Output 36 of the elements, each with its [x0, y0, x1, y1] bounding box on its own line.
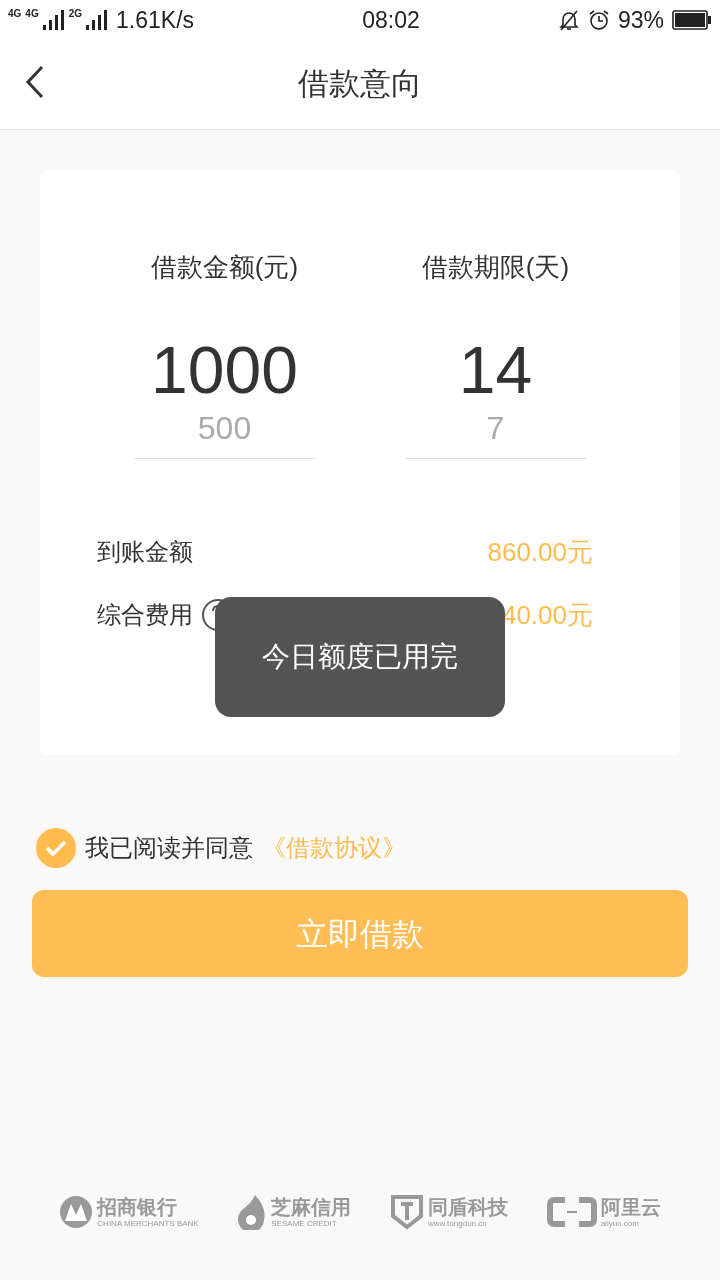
alarm-icon: [587, 9, 610, 31]
network-type-label: 2G: [68, 8, 83, 19]
partner-subtitle: aliyun.com: [600, 1219, 639, 1228]
signal-icon: [42, 10, 65, 30]
partner-subtitle: SESAME CREDIT: [271, 1219, 337, 1228]
bank-logo-icon: [59, 1195, 94, 1229]
muted-bell-icon: [557, 9, 580, 31]
page-title: 借款意向: [298, 65, 422, 104]
shield-logo-icon: [390, 1194, 424, 1230]
drop-logo-icon: [237, 1194, 268, 1230]
partner-name: 同盾科技: [428, 1196, 508, 1217]
signal-icon: [86, 10, 109, 30]
picker-label: 借款金额(元): [150, 251, 299, 284]
summary-value: 860.00元: [487, 535, 593, 569]
partner-name: 芝麻信用: [271, 1196, 352, 1217]
picker-option[interactable]: 14: [458, 332, 533, 408]
network-type-label: 4G: [25, 8, 39, 19]
summary-label: 综合费用: [97, 600, 193, 630]
partner-name: 招商银行: [97, 1196, 178, 1217]
summary-label: 到账金额: [97, 537, 193, 567]
agree-checkbox[interactable]: [36, 828, 76, 868]
agreement-text: 我已阅读并同意: [85, 833, 253, 863]
partner-name: 阿里云: [600, 1196, 661, 1217]
network-type-label: 4G: [8, 8, 22, 19]
clock-time: 08:02: [361, 5, 421, 35]
number-picker[interactable]: 14 7: [405, 332, 586, 459]
battery-percent: 93%: [617, 5, 664, 35]
bracket-logo-icon: [546, 1196, 597, 1228]
number-picker[interactable]: 1000 500: [134, 332, 315, 459]
partner-subtitle: CHINA MERCHANTS BANK: [97, 1219, 199, 1228]
picker-label: 借款期限(天): [421, 251, 570, 284]
battery-icon: [672, 10, 712, 30]
picker-option[interactable]: 1000: [151, 332, 298, 408]
partner-subtitle: www.tongdun.cn: [428, 1219, 487, 1228]
network-speed: 1.61K/s: [116, 5, 195, 35]
toast-message: 今日额度已用完: [215, 597, 505, 717]
